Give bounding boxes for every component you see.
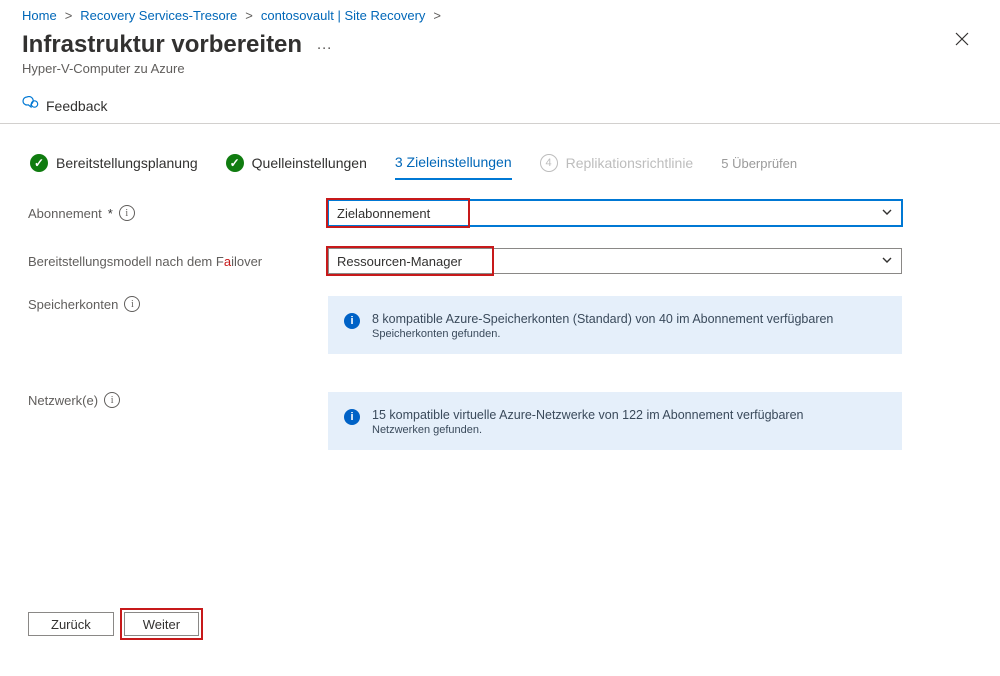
row-deployment-model: Bereitstellungsmodell nach dem Failover … bbox=[28, 248, 978, 274]
breadcrumb-separator: > bbox=[245, 8, 253, 23]
step-label: 5 Überprüfen bbox=[721, 156, 797, 171]
info-icon[interactable]: i bbox=[119, 205, 135, 221]
close-icon bbox=[954, 31, 970, 47]
info-icon[interactable]: i bbox=[104, 392, 120, 408]
step-target-settings[interactable]: 3 Zieleinstellungen bbox=[395, 154, 512, 180]
select-subscription-value: Zielabonnement bbox=[337, 206, 430, 221]
callout-storage-subtext: Speicherkonten gefunden. bbox=[372, 328, 833, 340]
page-header: Infrastruktur vorbereiten … Hyper-V-Comp… bbox=[0, 27, 1000, 76]
close-button[interactable] bbox=[954, 31, 970, 52]
label-deployment-model: Bereitstellungsmodell nach dem Failover bbox=[28, 254, 328, 269]
required-marker: a bbox=[224, 254, 231, 269]
check-circle-icon: ✓ bbox=[226, 154, 244, 172]
select-deployment-model-value: Ressourcen-Manager bbox=[337, 254, 462, 269]
breadcrumb-separator: > bbox=[433, 8, 441, 23]
wizard-footer: Zurück Weiter bbox=[28, 612, 199, 636]
step-number-icon: 4 bbox=[540, 154, 558, 172]
row-storage-accounts: Speicherkonten i i 8 kompatible Azure-Sp… bbox=[28, 296, 978, 354]
label-networks: Netzwerk(e) i bbox=[28, 392, 328, 408]
info-icon[interactable]: i bbox=[124, 296, 140, 312]
callout-storage: i 8 kompatible Azure-Speicherkonten (Sta… bbox=[328, 296, 902, 354]
row-subscription: Abonnement * i Zielabonnement bbox=[28, 200, 978, 226]
check-circle-icon: ✓ bbox=[30, 154, 48, 172]
next-button[interactable]: Weiter bbox=[124, 612, 199, 636]
chevron-down-icon bbox=[881, 254, 893, 269]
command-bar: Feedback bbox=[0, 90, 1000, 124]
info-badge-icon: i bbox=[344, 409, 360, 425]
breadcrumb-home[interactable]: Home bbox=[22, 8, 57, 23]
back-button[interactable]: Zurück bbox=[28, 612, 114, 636]
label-storage-accounts: Speicherkonten i bbox=[28, 296, 328, 312]
callout-storage-text: 8 kompatible Azure-Speicherkonten (Stand… bbox=[372, 312, 833, 326]
feedback-label: Feedback bbox=[46, 98, 107, 114]
required-marker: * bbox=[108, 206, 113, 221]
step-replication-policy[interactable]: 4 Replikationsrichtlinie bbox=[540, 154, 694, 180]
more-actions-button[interactable]: … bbox=[316, 36, 333, 54]
target-settings-form: Abonnement * i Zielabonnement Bereitstel… bbox=[0, 194, 1000, 450]
breadcrumb-vault[interactable]: contosovault | Site Recovery bbox=[261, 8, 426, 23]
info-badge-icon: i bbox=[344, 313, 360, 329]
callout-networks: i 15 kompatible virtuelle Azure-Netzwerk… bbox=[328, 392, 902, 450]
next-button-wrap: Weiter bbox=[124, 612, 199, 636]
step-label: Quelleinstellungen bbox=[252, 155, 367, 171]
row-networks: Netzwerk(e) i i 15 kompatible virtuelle … bbox=[28, 392, 978, 450]
label-subscription: Abonnement * i bbox=[28, 205, 328, 221]
feedback-icon bbox=[22, 96, 40, 115]
select-deployment-model[interactable]: Ressourcen-Manager bbox=[328, 248, 902, 274]
step-label: Bereitstellungsplanung bbox=[56, 155, 198, 171]
breadcrumb: Home > Recovery Services-Tresore > conto… bbox=[0, 0, 1000, 27]
breadcrumb-separator: > bbox=[65, 8, 73, 23]
step-label: Replikationsrichtlinie bbox=[566, 155, 694, 171]
step-review[interactable]: 5 Überprüfen bbox=[721, 156, 797, 179]
wizard-stepper: ✓ Bereitstellungsplanung ✓ Quelleinstell… bbox=[0, 124, 1000, 194]
select-deployment-model-wrap: Ressourcen-Manager bbox=[328, 248, 902, 274]
callout-networks-text: 15 kompatible virtuelle Azure-Netzwerke … bbox=[372, 408, 804, 422]
select-subscription-wrap: Zielabonnement bbox=[328, 200, 902, 226]
chevron-down-icon bbox=[881, 206, 893, 221]
breadcrumb-recovery-services[interactable]: Recovery Services-Tresore bbox=[80, 8, 237, 23]
feedback-button[interactable]: Feedback bbox=[22, 96, 107, 115]
step-deployment-planning[interactable]: ✓ Bereitstellungsplanung bbox=[30, 154, 198, 180]
page-subtitle: Hyper-V-Computer zu Azure bbox=[22, 61, 976, 76]
step-label: 3 Zieleinstellungen bbox=[395, 154, 512, 170]
callout-networks-subtext: Netzwerken gefunden. bbox=[372, 424, 804, 436]
select-subscription[interactable]: Zielabonnement bbox=[328, 200, 902, 226]
step-source-settings[interactable]: ✓ Quelleinstellungen bbox=[226, 154, 367, 180]
page-title: Infrastruktur vorbereiten bbox=[22, 31, 302, 59]
